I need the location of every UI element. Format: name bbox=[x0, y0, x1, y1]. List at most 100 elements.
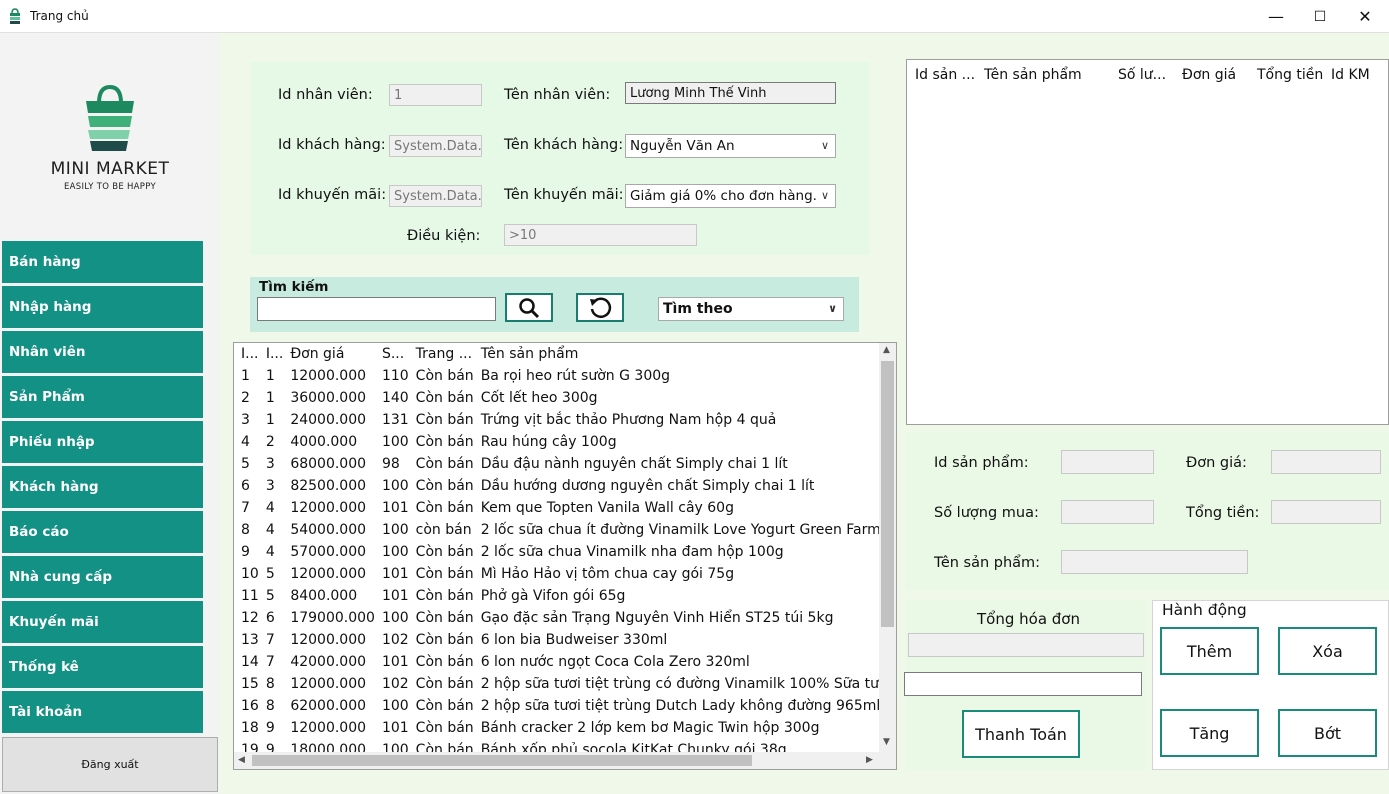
cust-name-value: Nguyễn Văn An bbox=[630, 138, 735, 154]
table-row[interactable]: 15 8 12000.000 102 Còn bán 2 hộp sữa tươi tiệ… bbox=[234, 673, 896, 695]
table-cell: 5 bbox=[241, 456, 250, 472]
column-header[interactable]: S... bbox=[375, 343, 409, 365]
pay-button[interactable]: Thanh Toán bbox=[962, 710, 1080, 758]
sidebar-item-nhap-hang[interactable]: Nhập hàng bbox=[2, 286, 203, 328]
table-cell: 98 bbox=[381, 456, 400, 472]
table-cell: 9 bbox=[265, 720, 275, 736]
decrease-button[interactable]: Bớt bbox=[1278, 709, 1377, 757]
product-name-field[interactable] bbox=[1061, 550, 1248, 574]
cart-col-product-id[interactable]: Id sản ... bbox=[915, 67, 975, 83]
table-cell: Còn bán bbox=[415, 566, 474, 582]
product-grid[interactable]: I... I... Đơn giá S... Trang ... Tên sản phẩm… bbox=[233, 342, 897, 770]
table-cell: 62000.000 bbox=[290, 698, 367, 714]
sidebar-item-bao-cao[interactable]: Báo cáo bbox=[2, 511, 203, 553]
cust-id-field[interactable]: System.Data.I bbox=[389, 135, 482, 157]
table-cell: 100 bbox=[381, 544, 409, 560]
search-input[interactable] bbox=[257, 297, 496, 321]
table-cell: 12000.000 bbox=[290, 500, 367, 516]
refresh-button[interactable] bbox=[576, 293, 624, 322]
table-cell: Còn bán bbox=[415, 368, 474, 384]
scrollbar-thumb[interactable] bbox=[252, 755, 752, 766]
scroll-right-icon[interactable]: ▶ bbox=[866, 755, 873, 765]
table-cell: 4 bbox=[241, 434, 250, 450]
table-row[interactable]: 4 2 4000.000 100 Còn bán Rau húng cây 100g bbox=[234, 431, 896, 453]
cart-col-total[interactable]: Tổng tiền bbox=[1257, 67, 1323, 83]
vertical-scrollbar[interactable]: ▲ ▼ bbox=[879, 343, 896, 753]
minimize-button[interactable]: — bbox=[1253, 0, 1299, 33]
table-row[interactable]: 12 6 179000.000 100 Còn bán Gạo đặc sản Trạng… bbox=[234, 607, 896, 629]
emp-name-field[interactable]: Lương Minh Thế Vinh bbox=[625, 82, 836, 104]
table-cell: 6 bbox=[241, 478, 250, 494]
quantity-field[interactable] bbox=[1061, 500, 1154, 524]
sidebar-item-phieu-nhap[interactable]: Phiếu nhập bbox=[2, 421, 203, 463]
table-cell: Ba rọi heo rút sườn G 300g bbox=[480, 368, 671, 384]
sidebar-item-khach-hang[interactable]: Khách hàng bbox=[2, 466, 203, 508]
horizontal-scrollbar[interactable]: ◀ ▶ bbox=[234, 752, 896, 769]
table-row[interactable]: 1 1 12000.000 110 Còn bán Ba rọi heo rút sườn… bbox=[234, 365, 896, 387]
cart-grid[interactable]: Id sản ... Tên sản phẩm Số lư... Đơn giá… bbox=[906, 59, 1389, 425]
scroll-left-icon[interactable]: ◀ bbox=[238, 755, 245, 765]
column-header[interactable]: I... bbox=[234, 343, 259, 365]
table-cell: Còn bán bbox=[415, 478, 474, 494]
sidebar-item-ban-hang[interactable]: Bán hàng bbox=[2, 241, 203, 283]
table-cell: 4 bbox=[265, 500, 275, 516]
emp-id-field[interactable]: 1 bbox=[389, 84, 482, 106]
close-button[interactable]: ✕ bbox=[1342, 0, 1388, 33]
table-row[interactable]: 9 4 57000.000 100 Còn bán 2 lốc sữa chua Vina… bbox=[234, 541, 896, 563]
column-header[interactable]: Đơn giá bbox=[283, 343, 375, 365]
table-cell: 1 bbox=[265, 368, 275, 384]
promo-name-dropdown[interactable]: Giảm giá 0% cho đơn hàng. ∨ bbox=[625, 184, 836, 208]
column-header[interactable]: I... bbox=[259, 343, 283, 365]
cart-col-promo-id[interactable]: Id KM bbox=[1331, 67, 1370, 83]
add-button[interactable]: Thêm bbox=[1160, 627, 1259, 675]
table-row[interactable]: 14 7 42000.000 101 Còn bán 6 lon nước ngọt Co… bbox=[234, 651, 896, 673]
column-header[interactable]: Tên sản phẩm bbox=[474, 343, 896, 365]
table-cell: 101 bbox=[381, 500, 409, 516]
table-cell: 8 bbox=[265, 698, 275, 714]
condition-field[interactable]: >10 bbox=[504, 224, 697, 246]
sidebar-item-san-pham[interactable]: Sản Phẩm bbox=[2, 376, 203, 418]
table-row[interactable]: 5 3 68000.000 98 Còn bán Dầu đậu nành nguyên … bbox=[234, 453, 896, 475]
scroll-down-icon[interactable]: ▼ bbox=[883, 737, 890, 747]
table-cell: Còn bán bbox=[415, 632, 474, 648]
scrollbar-thumb[interactable] bbox=[881, 361, 894, 627]
cust-name-dropdown[interactable]: Nguyễn Văn An ∨ bbox=[625, 134, 836, 158]
sidebar-item-nhan-vien[interactable]: Nhân viên bbox=[2, 331, 203, 373]
cart-col-product-name[interactable]: Tên sản phẩm bbox=[984, 67, 1082, 83]
table-row[interactable]: 18 9 12000.000 101 Còn bán Bánh cracker 2 lớp… bbox=[234, 717, 896, 739]
cart-col-quantity[interactable]: Số lư... bbox=[1118, 67, 1166, 83]
table-cell: 179000.000 bbox=[290, 610, 375, 626]
sidebar-item-tai-khoan[interactable]: Tài khoản bbox=[2, 691, 203, 733]
product-id-field[interactable] bbox=[1061, 450, 1154, 474]
unit-price-field[interactable] bbox=[1271, 450, 1381, 474]
sidebar-item-khuyen-mai[interactable]: Khuyến mãi bbox=[2, 601, 203, 643]
sidebar-item-thong-ke[interactable]: Thống kê bbox=[2, 646, 203, 688]
table-row[interactable]: 6 3 82500.000 100 Còn bán Dầu hướng dương ngu… bbox=[234, 475, 896, 497]
promo-id-field[interactable]: System.Data.I bbox=[389, 185, 482, 207]
increase-button[interactable]: Tăng bbox=[1160, 709, 1259, 757]
sidebar-item-nha-cung-cap[interactable]: Nhà cung cấp bbox=[2, 556, 203, 598]
table-row[interactable]: 13 7 12000.000 102 Còn bán 6 lon bia Budweise… bbox=[234, 629, 896, 651]
search-button[interactable] bbox=[505, 293, 553, 322]
table-cell: 5 bbox=[265, 566, 275, 582]
maximize-button[interactable]: ☐ bbox=[1297, 0, 1343, 33]
table-row[interactable]: 10 5 12000.000 101 Còn bán Mì Hảo Hảo vị tôm … bbox=[234, 563, 896, 585]
table-row[interactable]: 11 5 8400.000 101 Còn bán Phở gà Vifon gói 65… bbox=[234, 585, 896, 607]
table-row[interactable]: 16 8 62000.000 100 Còn bán 2 hộp sữa tươi tiệ… bbox=[234, 695, 896, 717]
table-cell: 12000.000 bbox=[290, 632, 367, 648]
total-field[interactable] bbox=[1271, 500, 1381, 524]
promo-name-label: Tên khuyến mãi: bbox=[504, 187, 624, 203]
payment-input[interactable] bbox=[904, 672, 1142, 696]
table-row[interactable]: 8 4 54000.000 100 còn bán 2 lốc sữa chua ít đ… bbox=[234, 519, 896, 541]
cust-name-label: Tên khách hàng: bbox=[504, 137, 624, 153]
search-filter-dropdown[interactable]: Tìm theo ∨ bbox=[658, 297, 844, 321]
table-row[interactable]: 3 1 24000.000 131 Còn bán Trứng vịt bắc thảo … bbox=[234, 409, 896, 431]
cart-col-unit-price[interactable]: Đơn giá bbox=[1182, 67, 1236, 83]
column-header[interactable]: Trang ... bbox=[409, 343, 474, 365]
bill-total-field[interactable] bbox=[908, 633, 1144, 657]
table-row[interactable]: 7 4 12000.000 101 Còn bán Kem que Topten Vani… bbox=[234, 497, 896, 519]
table-row[interactable]: 2 1 36000.000 140 Còn bán Cốt lết heo 300g bbox=[234, 387, 896, 409]
delete-button[interactable]: Xóa bbox=[1278, 627, 1377, 675]
logout-button[interactable]: Đăng xuất bbox=[2, 737, 218, 792]
scroll-up-icon[interactable]: ▲ bbox=[883, 345, 890, 355]
